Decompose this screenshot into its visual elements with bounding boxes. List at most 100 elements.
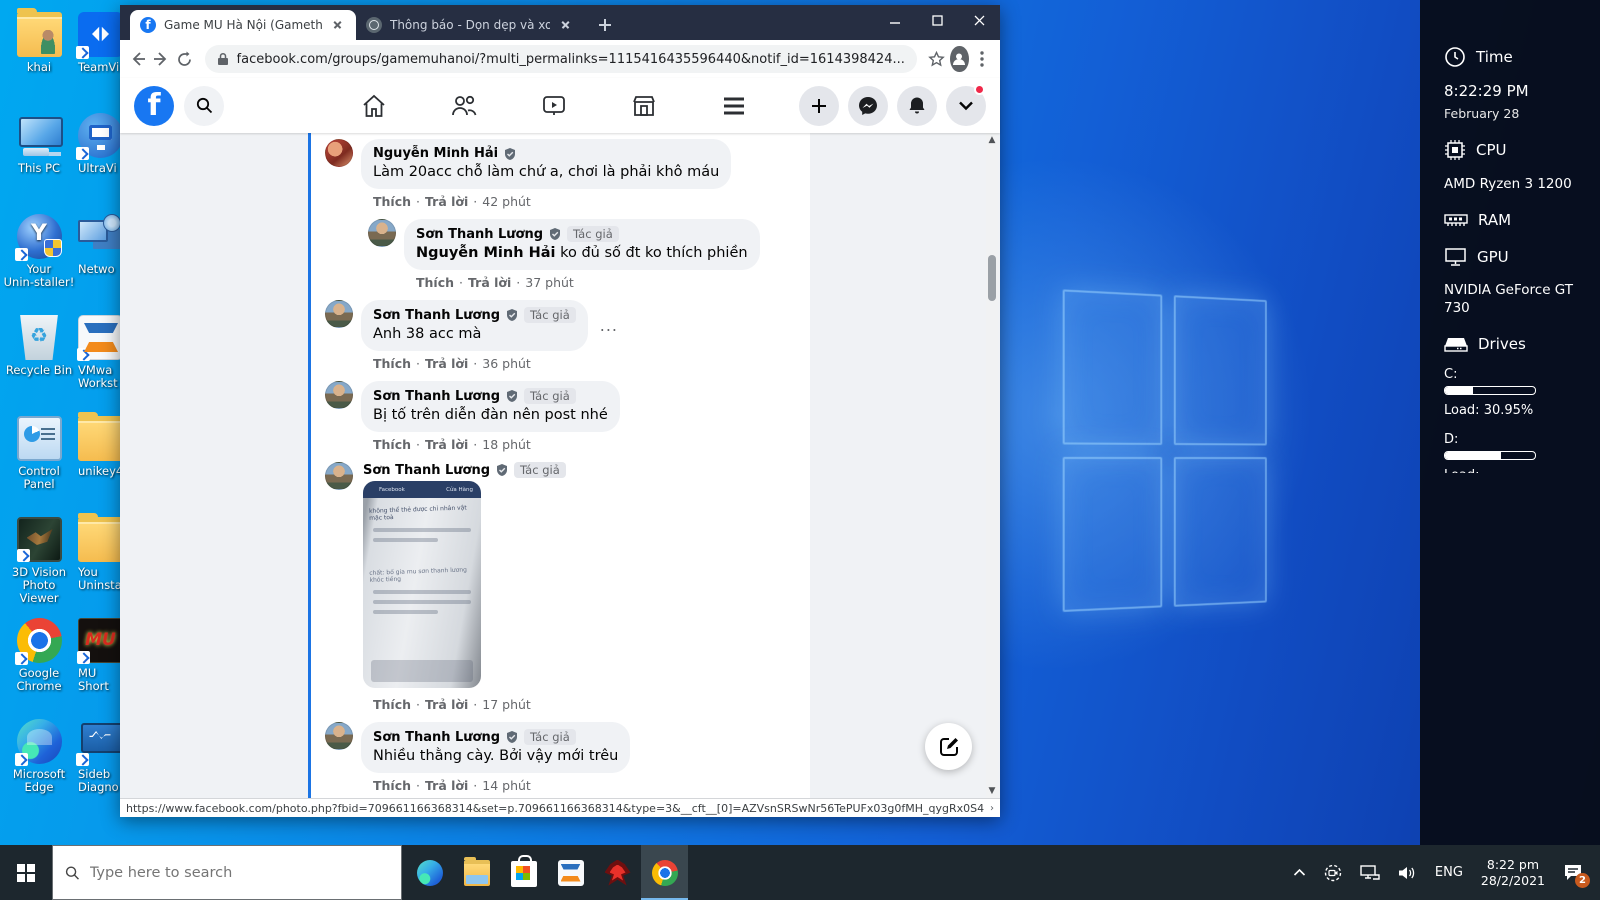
like-link[interactable]: Thích: [373, 356, 411, 371]
language-indicator[interactable]: ENG: [1428, 845, 1470, 900]
avatar[interactable]: [325, 462, 353, 490]
desktop-icon[interactable]: Control Panel: [2, 412, 76, 513]
desktop-icon[interactable]: Sideb Diagno: [74, 715, 126, 816]
avatar[interactable]: [325, 139, 353, 167]
page-scrollbar[interactable]: ▲ ▼: [986, 133, 998, 798]
start-button[interactable]: [0, 845, 52, 900]
desktop-icon[interactable]: Netwo: [74, 210, 126, 311]
drive-icon: [1444, 335, 1468, 353]
comment-time-link[interactable]: 17 phút: [482, 697, 531, 712]
watch-tab[interactable]: [540, 92, 568, 120]
comment-author[interactable]: Sơn Thanh Lương: [363, 463, 490, 478]
comment-author[interactable]: Sơn Thanh Lương: [373, 730, 500, 745]
tab-close-icon[interactable]: [558, 17, 574, 33]
window-close-button[interactable]: [958, 5, 1000, 35]
taskbar-app-button[interactable]: [453, 845, 500, 900]
address-bar[interactable]: facebook.com/groups/gamemuhanoi/?multi_p…: [205, 45, 917, 73]
friends-tab[interactable]: [450, 92, 478, 120]
scrollbar-thumb[interactable]: [988, 255, 996, 301]
comment-time-link[interactable]: 37 phút: [525, 275, 574, 290]
comment-photo[interactable]: Facebook Cửa Hàng không thể thẻ được chỉ…: [363, 481, 481, 688]
scroll-down-icon[interactable]: ▼: [987, 786, 997, 796]
search-input[interactable]: [90, 865, 389, 881]
comment-time-link[interactable]: 18 phút: [482, 437, 531, 452]
url-text[interactable]: facebook.com/groups/gamemuhanoi/?multi_p…: [237, 52, 905, 67]
taskbar-app-button[interactable]: [406, 845, 453, 900]
desktop-icon[interactable]: Google Chrome: [2, 614, 76, 715]
comment-time-link[interactable]: 14 phút: [482, 778, 531, 793]
mention-link[interactable]: Nguyễn Minh Hải: [416, 245, 555, 261]
taskbar-search-box[interactable]: [52, 845, 402, 900]
account-menu-button[interactable]: [946, 86, 986, 126]
comment-author[interactable]: Sơn Thanh Lương: [373, 308, 500, 323]
meet-now-icon[interactable]: [1317, 845, 1349, 900]
taskbar-app-button[interactable]: [547, 845, 594, 900]
desktop-icon[interactable]: unikey43: [74, 412, 126, 513]
network-icon[interactable]: [1353, 845, 1387, 900]
like-link[interactable]: Thích: [416, 275, 454, 290]
like-link[interactable]: Thích: [373, 194, 411, 209]
like-link[interactable]: Thích: [373, 778, 411, 793]
desktop-icon[interactable]: Your Unin-staller!: [2, 210, 76, 311]
browser-tab-active[interactable]: Game MU Hà Nội (Gamethuvn.ne: [130, 10, 356, 40]
comment-author[interactable]: Sơn Thanh Lương: [373, 389, 500, 404]
tray-chevron-icon[interactable]: [1286, 845, 1313, 900]
window-minimize-button[interactable]: [874, 5, 916, 35]
messenger-button[interactable]: [848, 86, 888, 126]
desktop-icon[interactable]: TeamVi: [74, 8, 126, 109]
taskbar-app-button[interactable]: [500, 845, 547, 900]
create-post-button[interactable]: [799, 86, 839, 126]
desktop-icon[interactable]: UltraVi: [74, 109, 126, 210]
browser-tab-inactive[interactable]: Thông báo - Dọn dẹp và xoá acc: [356, 10, 584, 40]
browser-profile-avatar[interactable]: [950, 46, 968, 72]
desktop-icon[interactable]: You Uninstal: [74, 513, 126, 614]
comment-time-link[interactable]: 36 phút: [482, 356, 531, 371]
desktop-icon[interactable]: 3D Vision Photo Viewer: [2, 513, 76, 614]
reply-link[interactable]: Trả lời: [425, 356, 468, 371]
avatar[interactable]: [325, 300, 353, 328]
home-tab[interactable]: [360, 92, 388, 120]
reply-link[interactable]: Trả lời: [425, 437, 468, 452]
browser-menu-icon[interactable]: [973, 45, 993, 73]
reply-link[interactable]: Trả lời: [425, 194, 468, 209]
desktop-icon[interactable]: MU Short: [74, 614, 126, 715]
comment-time-link[interactable]: 42 phút: [482, 194, 531, 209]
desktop-icon[interactable]: This PC: [2, 109, 76, 210]
menu-tab[interactable]: [720, 92, 748, 120]
reply-link[interactable]: Trả lời: [468, 275, 511, 290]
taskbar-app-button[interactable]: [641, 845, 688, 900]
comment-author[interactable]: Sơn Thanh Lương: [416, 227, 543, 242]
browser-titlebar[interactable]: Game MU Hà Nội (Gamethuvn.ne Thông báo -…: [120, 5, 1000, 40]
taskbar-app-button[interactable]: [594, 845, 641, 900]
avatar[interactable]: [368, 219, 396, 247]
marketplace-tab[interactable]: [630, 92, 658, 120]
forward-button[interactable]: [152, 45, 172, 73]
like-link[interactable]: Thích: [373, 437, 411, 452]
avatar[interactable]: [325, 722, 353, 750]
reply-link[interactable]: Trả lời: [425, 697, 468, 712]
compose-post-fab[interactable]: [925, 723, 972, 770]
desktop-icon-label: You Uninstal: [78, 566, 125, 592]
volume-icon[interactable]: [1391, 845, 1424, 900]
reply-link[interactable]: Trả lời: [425, 778, 468, 793]
like-link[interactable]: Thích: [373, 697, 411, 712]
desktop-icon[interactable]: khai: [2, 8, 76, 109]
desktop-icon[interactable]: VMwa Workst: [74, 311, 126, 412]
new-tab-button[interactable]: [592, 12, 618, 38]
comment-options-icon[interactable]: ...: [600, 316, 618, 335]
comment-author[interactable]: Nguyễn Minh Hải: [373, 146, 498, 161]
facebook-search-button[interactable]: [184, 86, 224, 126]
back-button[interactable]: [128, 45, 148, 73]
action-center-button[interactable]: 2: [1556, 845, 1590, 900]
desktop-icon[interactable]: Microsoft Edge: [2, 715, 76, 816]
taskbar-clock[interactable]: 8:22 pm 28/2/2021: [1474, 845, 1552, 900]
reload-button[interactable]: [175, 45, 195, 73]
window-maximize-button[interactable]: [916, 5, 958, 35]
tab-close-icon[interactable]: [330, 17, 346, 33]
notifications-button[interactable]: [897, 86, 937, 126]
scroll-up-icon[interactable]: ▲: [987, 135, 997, 145]
facebook-logo[interactable]: [134, 86, 174, 126]
desktop-icon[interactable]: Recycle Bin: [2, 311, 76, 412]
avatar[interactable]: [325, 381, 353, 409]
bookmark-star-icon[interactable]: [927, 45, 947, 73]
